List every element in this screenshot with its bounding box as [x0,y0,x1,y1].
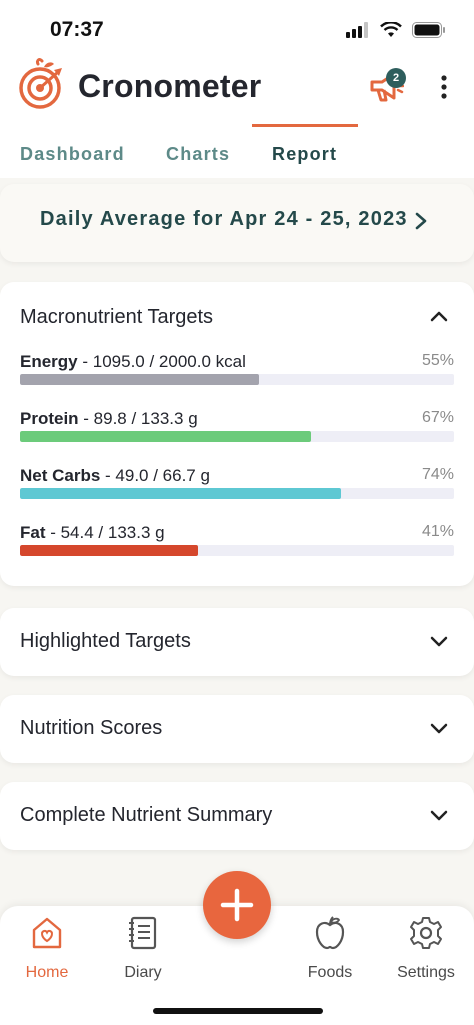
nav-home[interactable]: Home [2,916,92,986]
battery-icon [412,22,445,38]
wifi-icon [380,22,402,37]
status-time: 07:37 [50,18,104,41]
complete-nutrient-summary-section[interactable]: Complete Nutrient Summary [0,782,474,850]
more-menu-icon[interactable] [436,74,452,100]
chevron-down-icon [430,810,448,821]
date-range-selector[interactable]: Daily Average for Apr 24 - 25, 2023 [0,184,474,262]
date-range-label: Daily Average for Apr 24 - 25, 2023 [40,208,408,230]
tab-report[interactable]: Report [272,144,337,165]
progress-fill [20,431,311,442]
home-indicator [153,1008,323,1014]
macro-label: Energy - 1095.0 / 2000.0 kcal [20,352,246,371]
macro-label: Net Carbs - 49.0 / 66.7 g [20,466,210,485]
macro-percent: 74% [421,466,454,483]
progress-bar [20,488,454,499]
macro-label: Fat - 54.4 / 133.3 g [20,523,165,542]
add-button[interactable] [203,871,271,939]
nutrition-scores-section[interactable]: Nutrition Scores [0,695,474,763]
macro-percent: 41% [421,523,454,540]
macro-row-net-carbs: Net Carbs - 49.0 / 66.7 g 74% [20,466,454,516]
section-title: Nutrition Scores [20,717,163,739]
chevron-down-icon [430,723,448,734]
nav-label: Foods [307,964,353,981]
nav-label: Diary [124,964,162,981]
tab-dashboard[interactable]: Dashboard [20,144,125,165]
progress-bar [20,545,454,556]
apple-icon [315,916,345,950]
macro-row-protein: Protein - 89.8 / 133.3 g 67% [20,409,454,459]
nav-foods[interactable]: Foods [285,916,375,986]
chevron-right-icon [415,212,427,230]
section-title: Highlighted Targets [20,630,191,652]
plus-icon [220,888,254,922]
macronutrient-targets-card: Macronutrient Targets Energy - 1095.0 / … [0,282,474,586]
nav-settings[interactable]: Settings [381,916,471,986]
progress-bar [20,431,454,442]
nav-diary[interactable]: Diary [98,916,188,986]
tab-bar: Dashboard Charts Report [0,140,474,182]
tab-charts[interactable]: Charts [166,144,230,165]
chevron-down-icon [430,636,448,647]
macro-label: Protein - 89.8 / 133.3 g [20,409,198,428]
signal-icon [346,22,368,38]
progress-fill [20,374,259,385]
progress-fill [20,488,342,499]
cronometer-logo-icon [19,58,62,109]
status-icons [346,22,446,38]
macro-row-energy: Energy - 1095.0 / 2000.0 kcal 55% [20,352,454,402]
active-tab-indicator [252,124,358,127]
section-title: Macronutrient Targets [20,306,214,328]
gear-icon [410,917,442,949]
highlighted-targets-section[interactable]: Highlighted Targets [0,608,474,676]
macro-row-fat: Fat - 54.4 / 133.3 g 41% [20,523,454,573]
nav-label: Home [25,964,69,981]
diary-icon [129,916,157,950]
home-icon [32,917,62,949]
macro-percent: 55% [421,352,454,369]
status-bar: 07:37 [0,0,474,62]
macro-percent: 67% [421,409,454,426]
app-title: Cronometer [78,68,262,104]
notification-badge: 2 [386,68,406,88]
chevron-up-icon[interactable] [430,310,448,322]
nav-label: Settings [397,964,455,981]
section-title: Complete Nutrient Summary [20,804,273,826]
progress-fill [20,545,198,556]
progress-bar [20,374,454,385]
